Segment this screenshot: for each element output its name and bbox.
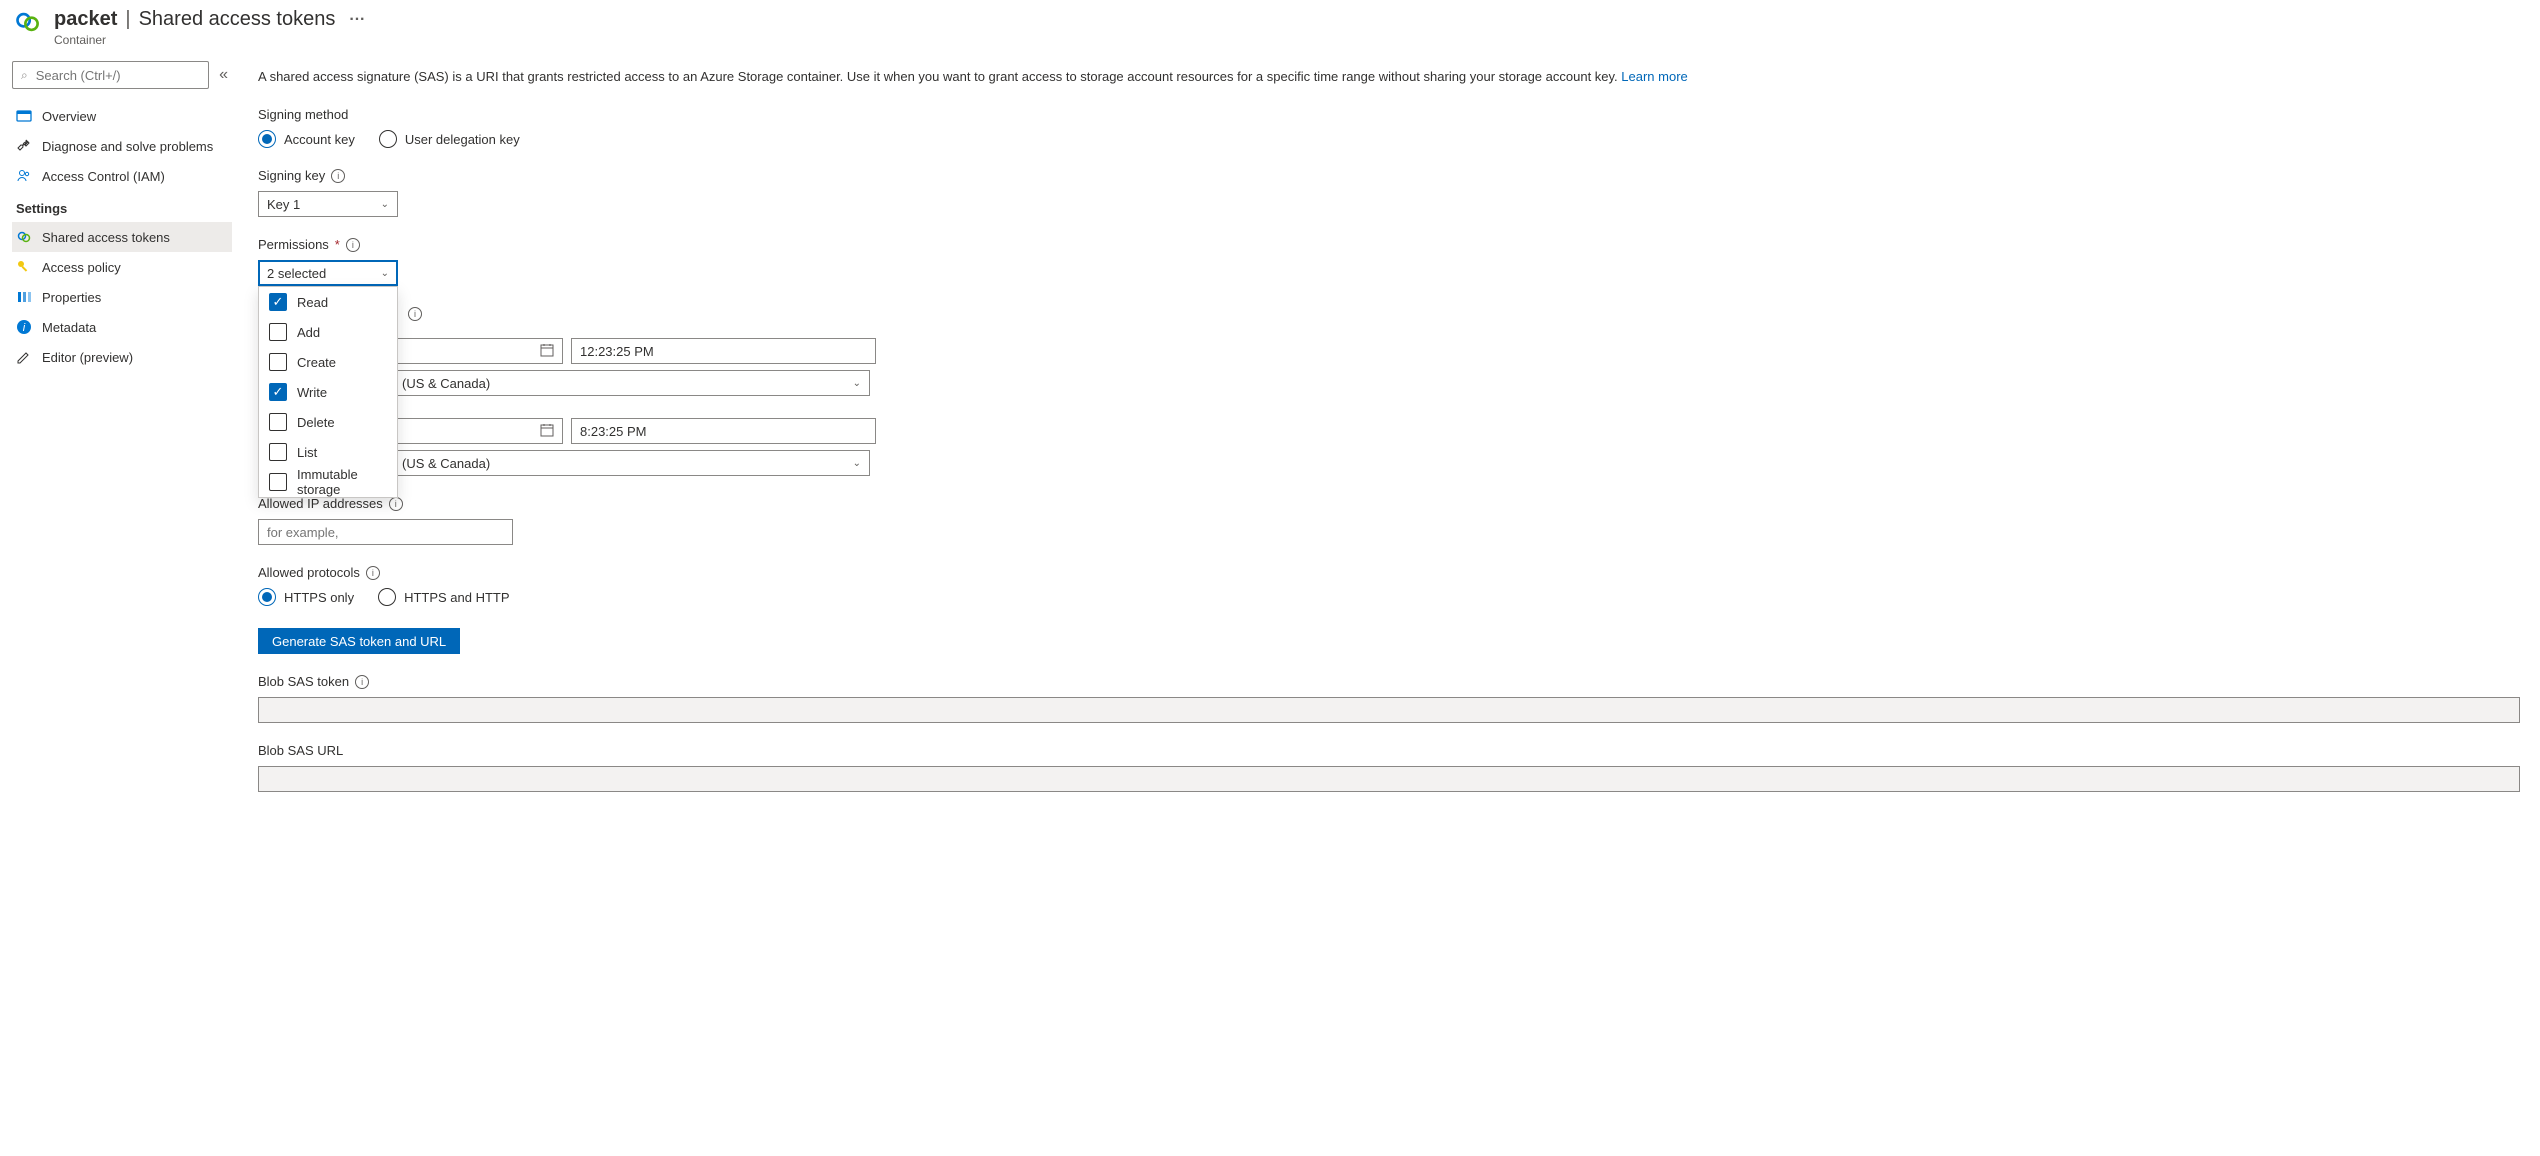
radio-account-key[interactable]: Account key <box>258 130 355 148</box>
checkbox-icon <box>269 443 287 461</box>
sidebar-item-label: Access Control (IAM) <box>42 169 165 184</box>
signing-method-label: Signing method <box>258 107 2520 122</box>
sidebar-item-label: Metadata <box>42 320 96 335</box>
sidebar-item-shared-access-tokens[interactable]: Shared access tokens <box>12 222 232 252</box>
resource-name: packet <box>54 8 117 31</box>
sidebar-item-label: Diagnose and solve problems <box>42 139 213 154</box>
radio-https-only[interactable]: HTTPS only <box>258 588 354 606</box>
sidebar-item-label: Editor (preview) <box>42 350 133 365</box>
people-icon <box>16 168 32 184</box>
info-icon[interactable]: i <box>331 169 345 183</box>
sidebar: ⌕ « Overview Diagnose and solve problems… <box>0 51 232 822</box>
sidebar-item-label: Access policy <box>42 260 121 275</box>
intro-text: A shared access signature (SAS) is a URI… <box>258 67 2520 87</box>
permission-option-add[interactable]: Add <box>259 317 397 347</box>
info-icon[interactable]: i <box>366 566 380 580</box>
signing-key-select[interactable]: Key 1 ⌄ <box>258 191 398 217</box>
search-box[interactable]: ⌕ <box>12 61 209 89</box>
collapse-sidebar-button[interactable]: « <box>215 64 232 86</box>
permission-option-list[interactable]: List <box>259 437 397 467</box>
container-icon <box>14 8 42 39</box>
sidebar-item-properties[interactable]: Properties <box>12 282 232 312</box>
info-icon: i <box>16 319 32 335</box>
sidebar-item-label: Shared access tokens <box>42 230 170 245</box>
wrench-icon <box>16 138 32 154</box>
radio-https-and-http[interactable]: HTTPS and HTTP <box>378 588 509 606</box>
checkbox-icon <box>269 353 287 371</box>
key-icon <box>16 259 32 275</box>
allowed-protocols-label: Allowed protocols <box>258 565 360 580</box>
allowed-ip-label: Allowed IP addresses <box>258 496 383 511</box>
sidebar-item-metadata[interactable]: i Metadata <box>12 312 232 342</box>
expiry-time-input[interactable]: 8:23:25 PM <box>571 418 876 444</box>
permission-option-write[interactable]: ✓ Write <box>259 377 397 407</box>
permissions-label: Permissions <box>258 237 329 252</box>
title-separator: | <box>125 8 130 31</box>
calendar-icon <box>540 423 554 440</box>
page-title: Shared access tokens <box>139 8 336 31</box>
sidebar-item-label: Overview <box>42 109 96 124</box>
info-icon[interactable]: i <box>408 307 422 321</box>
required-marker: * <box>335 237 340 252</box>
main-content: A shared access signature (SAS) is a URI… <box>232 51 2540 822</box>
chevron-down-icon: ⌄ <box>381 268 389 279</box>
chevron-down-icon: ⌄ <box>853 378 861 389</box>
sidebar-item-editor[interactable]: Editor (preview) <box>12 342 232 372</box>
sidebar-item-iam[interactable]: Access Control (IAM) <box>12 161 232 191</box>
radio-user-delegation-key[interactable]: User delegation key <box>379 130 520 148</box>
permission-option-immutable-storage[interactable]: Immutable storage <box>259 467 397 497</box>
checkbox-icon: ✓ <box>269 383 287 401</box>
properties-icon <box>16 289 32 305</box>
calendar-icon <box>540 343 554 360</box>
sidebar-item-diagnose[interactable]: Diagnose and solve problems <box>12 131 232 161</box>
sidebar-item-access-policy[interactable]: Access policy <box>12 252 232 282</box>
permissions-select[interactable]: 2 selected ⌄ <box>258 260 398 286</box>
chevron-down-icon: ⌄ <box>381 199 389 210</box>
link-icon <box>16 229 32 245</box>
checkbox-icon <box>269 413 287 431</box>
checkbox-icon <box>269 473 287 491</box>
blob-sas-url-label: Blob SAS URL <box>258 743 343 758</box>
permission-option-delete[interactable]: Delete <box>259 407 397 437</box>
search-input[interactable] <box>36 68 200 83</box>
learn-more-link[interactable]: Learn more <box>1621 69 1687 84</box>
start-time-input[interactable]: 12:23:25 PM <box>571 338 876 364</box>
generate-sas-button[interactable]: Generate SAS token and URL <box>258 628 460 654</box>
info-icon[interactable]: i <box>346 238 360 252</box>
more-actions-button[interactable]: ··· <box>343 11 371 29</box>
chevron-down-icon: ⌄ <box>853 458 861 469</box>
info-icon[interactable]: i <box>355 675 369 689</box>
search-icon: ⌕ <box>21 68 28 83</box>
signing-key-label: Signing key <box>258 168 325 183</box>
checkbox-icon <box>269 323 287 341</box>
blob-sas-token-output <box>258 697 2520 723</box>
resource-type: Container <box>54 33 371 47</box>
sidebar-item-overview[interactable]: Overview <box>12 101 232 131</box>
permission-option-read[interactable]: ✓ Read <box>259 287 397 317</box>
sidebar-item-label: Properties <box>42 290 101 305</box>
blob-sas-token-label: Blob SAS token <box>258 674 349 689</box>
allowed-ip-input[interactable] <box>267 525 504 540</box>
sidebar-group-settings: Settings <box>12 191 232 222</box>
blob-sas-url-output <box>258 766 2520 792</box>
checkbox-icon: ✓ <box>269 293 287 311</box>
info-icon[interactable]: i <box>389 497 403 511</box>
permission-option-create[interactable]: Create <box>259 347 397 377</box>
overview-icon <box>16 108 32 124</box>
allowed-ip-input-wrapper[interactable] <box>258 519 513 545</box>
permissions-dropdown-panel: ✓ Read Add Create ✓ Write <box>258 286 398 498</box>
pencil-icon <box>16 349 32 365</box>
